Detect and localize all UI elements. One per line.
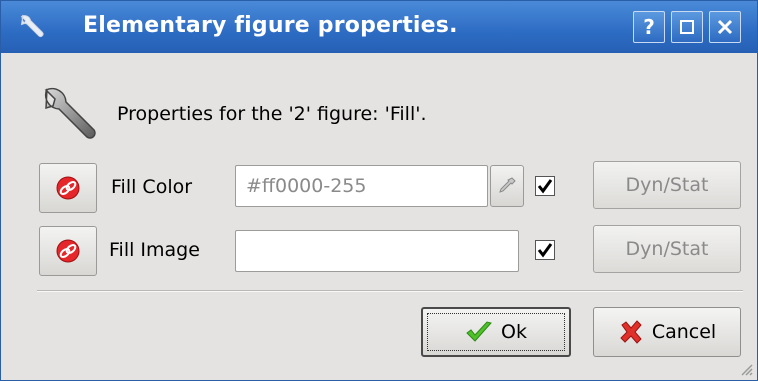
- red-x-icon: [620, 320, 642, 344]
- resize-grip-icon[interactable]: [737, 360, 753, 376]
- fill-image-label: Fill Image: [109, 239, 200, 261]
- pipette-icon: [499, 177, 516, 193]
- properties-description: Properties for the '2' figure: 'Fill'.: [117, 103, 427, 125]
- color-picker-button[interactable]: [490, 165, 524, 207]
- window-title: Elementary figure properties.: [83, 13, 458, 38]
- fill-image-checkbox[interactable]: [535, 240, 555, 260]
- close-button[interactable]: [709, 11, 741, 43]
- focus-ring: [427, 313, 565, 351]
- fill-color-link-button[interactable]: [39, 163, 97, 213]
- wrench-icon: [44, 87, 96, 139]
- fill-image-link-button[interactable]: [39, 226, 97, 276]
- cancel-button[interactable]: Cancel: [593, 307, 741, 357]
- close-icon: [717, 19, 733, 35]
- fill-image-dynstat-button[interactable]: Dyn/Stat: [593, 225, 741, 273]
- help-button[interactable]: ?: [633, 11, 665, 43]
- fill-color-dynstat-button[interactable]: Dyn/Stat: [593, 161, 741, 209]
- fill-color-checkbox[interactable]: [535, 176, 555, 196]
- dialog-window: Elementary figure properties. ? Properti…: [0, 0, 758, 381]
- red-link-icon: [56, 176, 80, 200]
- fill-color-label: Fill Color: [111, 176, 193, 198]
- ok-button[interactable]: Ok: [421, 307, 571, 357]
- maximize-icon: [680, 20, 694, 34]
- fill-image-input[interactable]: [235, 230, 519, 272]
- checkmark-icon: [537, 179, 553, 194]
- fill-color-input[interactable]: [235, 165, 488, 207]
- cancel-label: Cancel: [651, 321, 717, 343]
- separator: [37, 290, 743, 292]
- wrench-icon: [20, 14, 44, 37]
- checkmark-icon: [537, 243, 553, 258]
- red-link-icon: [56, 239, 80, 263]
- maximize-button[interactable]: [671, 11, 703, 43]
- title-bar[interactable]: Elementary figure properties. ?: [1, 1, 757, 53]
